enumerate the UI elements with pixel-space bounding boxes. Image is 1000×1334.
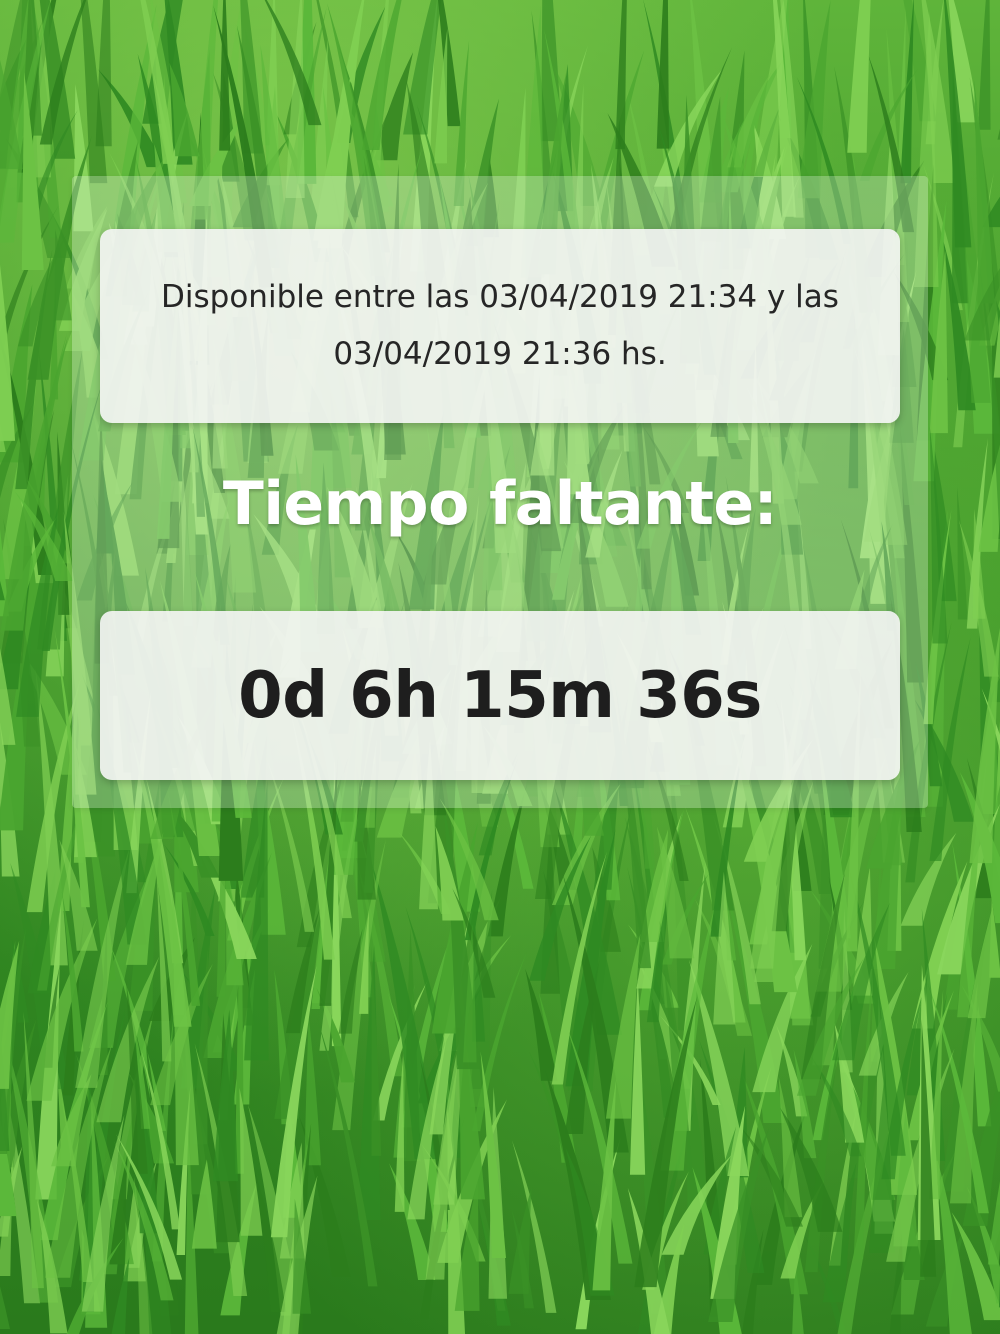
grass-blade xyxy=(239,1087,263,1236)
remaining-time-heading: Tiempo faltante: xyxy=(222,469,778,539)
grass-blade xyxy=(797,0,831,199)
availability-card: Disponible entre las 03/04/2019 21:34 y … xyxy=(100,229,900,423)
countdown-value: 0d 6h 15m 36s xyxy=(238,658,762,733)
grass-blade xyxy=(847,0,871,153)
grass-blade xyxy=(0,264,16,441)
countdown-card: 0d 6h 15m 36s xyxy=(100,611,900,780)
grass-blade xyxy=(304,1015,321,1166)
grass-blade xyxy=(508,1188,532,1294)
grass-blade xyxy=(285,0,305,198)
grass-blade xyxy=(957,486,968,620)
grass-blade xyxy=(615,0,627,150)
availability-text: Disponible entre las 03/04/2019 21:34 y … xyxy=(161,279,839,372)
grass-blade xyxy=(434,27,448,164)
grass-blade xyxy=(978,0,991,130)
